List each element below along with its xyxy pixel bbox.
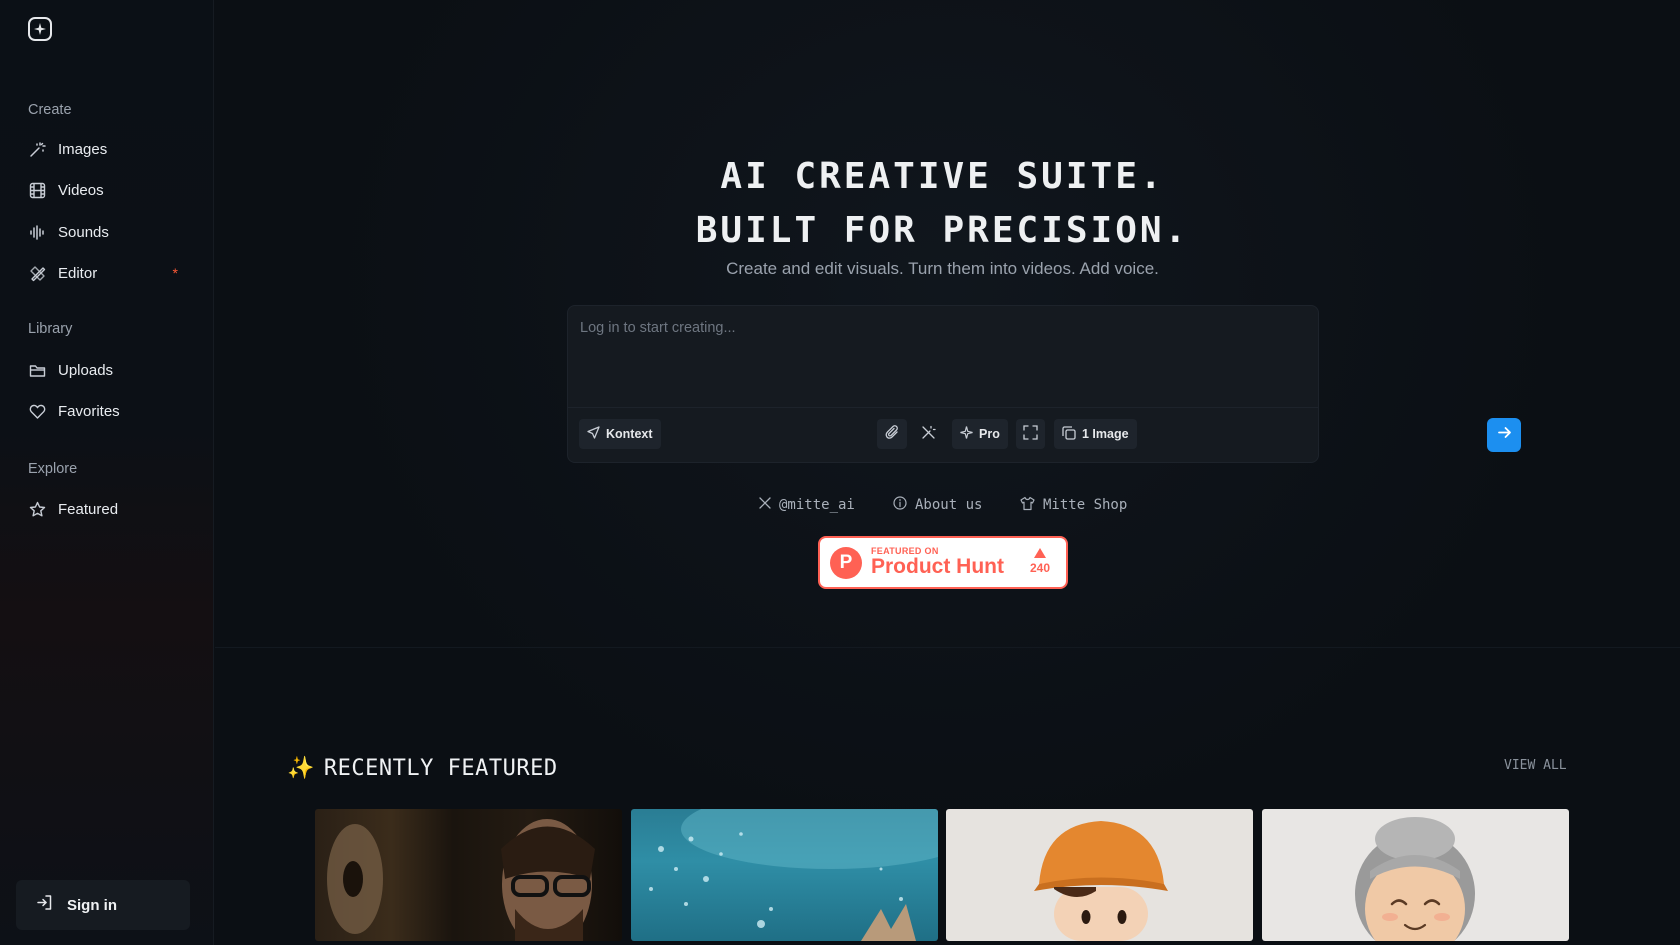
- shop-link[interactable]: Mitte Shop: [1020, 495, 1127, 515]
- pro-label: Pro: [979, 427, 1000, 441]
- send-plane-icon: [587, 426, 600, 442]
- new-badge: *: [172, 265, 178, 281]
- film-icon: [28, 181, 46, 199]
- featured-image: [1355, 817, 1475, 941]
- heart-icon: [28, 402, 46, 420]
- shirt-icon: [1020, 496, 1035, 515]
- featured-card[interactable]: [315, 809, 622, 941]
- sidebar-item-featured[interactable]: Featured: [28, 494, 188, 524]
- product-hunt-name: Product Hunt: [871, 555, 1004, 578]
- section-divider: [215, 647, 1680, 648]
- model-select-button[interactable]: Kontext: [579, 419, 661, 449]
- magic-wand-icon: [28, 140, 46, 158]
- featured-image: [327, 819, 595, 941]
- sidebar-item-label: Editor: [58, 264, 98, 282]
- pen-ruler-icon: [28, 264, 46, 282]
- sign-in-button[interactable]: Sign in: [16, 880, 190, 930]
- fullscreen-icon: [1023, 425, 1038, 443]
- folder-icon: [28, 361, 46, 379]
- shop-label: Mitte Shop: [1043, 497, 1128, 513]
- twitter-handle: @mitte_ai: [779, 497, 855, 513]
- arrow-right-icon: [1497, 425, 1512, 445]
- sidebar-item-label: Videos: [58, 181, 104, 199]
- main-content: AI CREATIVE SUITE. BUILT FOR PRECISION. …: [215, 0, 1680, 945]
- aspect-ratio-button[interactable]: [1016, 419, 1045, 449]
- product-hunt-badge[interactable]: P FEATURED ON Product Hunt 240: [818, 536, 1068, 589]
- upvote-triangle-icon: [1033, 548, 1046, 558]
- featured-card[interactable]: [946, 809, 1253, 941]
- attach-button[interactable]: [877, 419, 907, 449]
- sparkles-icon: ✨: [287, 755, 315, 781]
- copy-icon: [1062, 425, 1076, 443]
- section-label-explore: Explore: [28, 461, 78, 477]
- image-count-button[interactable]: 1 Image: [1054, 419, 1137, 449]
- sidebar-item-favorites[interactable]: Favorites: [28, 396, 188, 426]
- info-icon: [893, 496, 907, 514]
- sidebar-item-label: Uploads: [58, 361, 114, 379]
- view-all-link[interactable]: VIEW ALL: [1504, 758, 1567, 773]
- recently-featured-heading: ✨ RECENTLY FEATURED: [287, 754, 558, 782]
- sidebar-item-label: Featured: [58, 500, 119, 518]
- featured-card[interactable]: [631, 809, 938, 941]
- sidebar-item-sounds[interactable]: Sounds: [28, 217, 188, 247]
- submit-button[interactable]: [1487, 418, 1521, 452]
- app-logo-icon[interactable]: [28, 17, 52, 41]
- sidebar-item-label: Images: [58, 140, 108, 158]
- x-logo-icon: [759, 497, 771, 513]
- sidebar-item-label: Favorites: [58, 402, 120, 420]
- sign-in-label: Sign in: [67, 896, 117, 914]
- featured-image: [1034, 821, 1168, 941]
- sidebar: Create Images Videos Sounds Editor * Lib…: [0, 0, 214, 945]
- audio-waveform-icon: [28, 223, 46, 241]
- magic-edit-button[interactable]: [913, 419, 943, 449]
- model-label: Kontext: [606, 427, 653, 441]
- about-link[interactable]: About us: [893, 495, 982, 515]
- star-icon: [28, 500, 46, 518]
- sign-in-icon: [36, 894, 53, 916]
- hero-title-line2: BUILT FOR PRECISION.: [695, 210, 1190, 251]
- sidebar-item-editor[interactable]: Editor *: [28, 258, 188, 288]
- image-count-label: 1 Image: [1082, 427, 1129, 441]
- prompt-divider: [568, 407, 1318, 408]
- sidebar-item-label: Sounds: [58, 223, 109, 241]
- section-label-create: Create: [28, 102, 72, 118]
- product-hunt-logo-icon: P: [830, 546, 862, 579]
- about-label: About us: [915, 497, 983, 513]
- hero-title-line1: AI CREATIVE SUITE.: [720, 156, 1165, 197]
- sparkle-icon: [960, 426, 973, 442]
- magic-wand-off-icon: [921, 425, 936, 443]
- product-hunt-votes: 240: [1030, 548, 1050, 575]
- app-root: Create Images Videos Sounds Editor * Lib…: [0, 0, 1680, 945]
- sidebar-item-uploads[interactable]: Uploads: [28, 355, 188, 385]
- prompt-box: [567, 305, 1319, 463]
- featured-image: [649, 809, 938, 941]
- sidebar-item-images[interactable]: Images: [28, 134, 188, 164]
- paperclip-icon: [885, 425, 900, 443]
- sidebar-item-videos[interactable]: Videos: [28, 175, 188, 205]
- prompt-input[interactable]: [580, 320, 1300, 400]
- recently-featured-title: RECENTLY FEATURED: [323, 755, 558, 781]
- product-hunt-text: FEATURED ON Product Hunt: [871, 546, 1004, 579]
- section-label-library: Library: [28, 321, 73, 337]
- twitter-link[interactable]: @mitte_ai: [759, 495, 855, 515]
- featured-card[interactable]: [1262, 809, 1569, 941]
- product-hunt-vote-count: 240: [1029, 561, 1050, 575]
- pro-toggle-button[interactable]: Pro: [952, 419, 1008, 449]
- hero-subtitle: Create and edit visuals. Turn them into …: [726, 259, 1159, 278]
